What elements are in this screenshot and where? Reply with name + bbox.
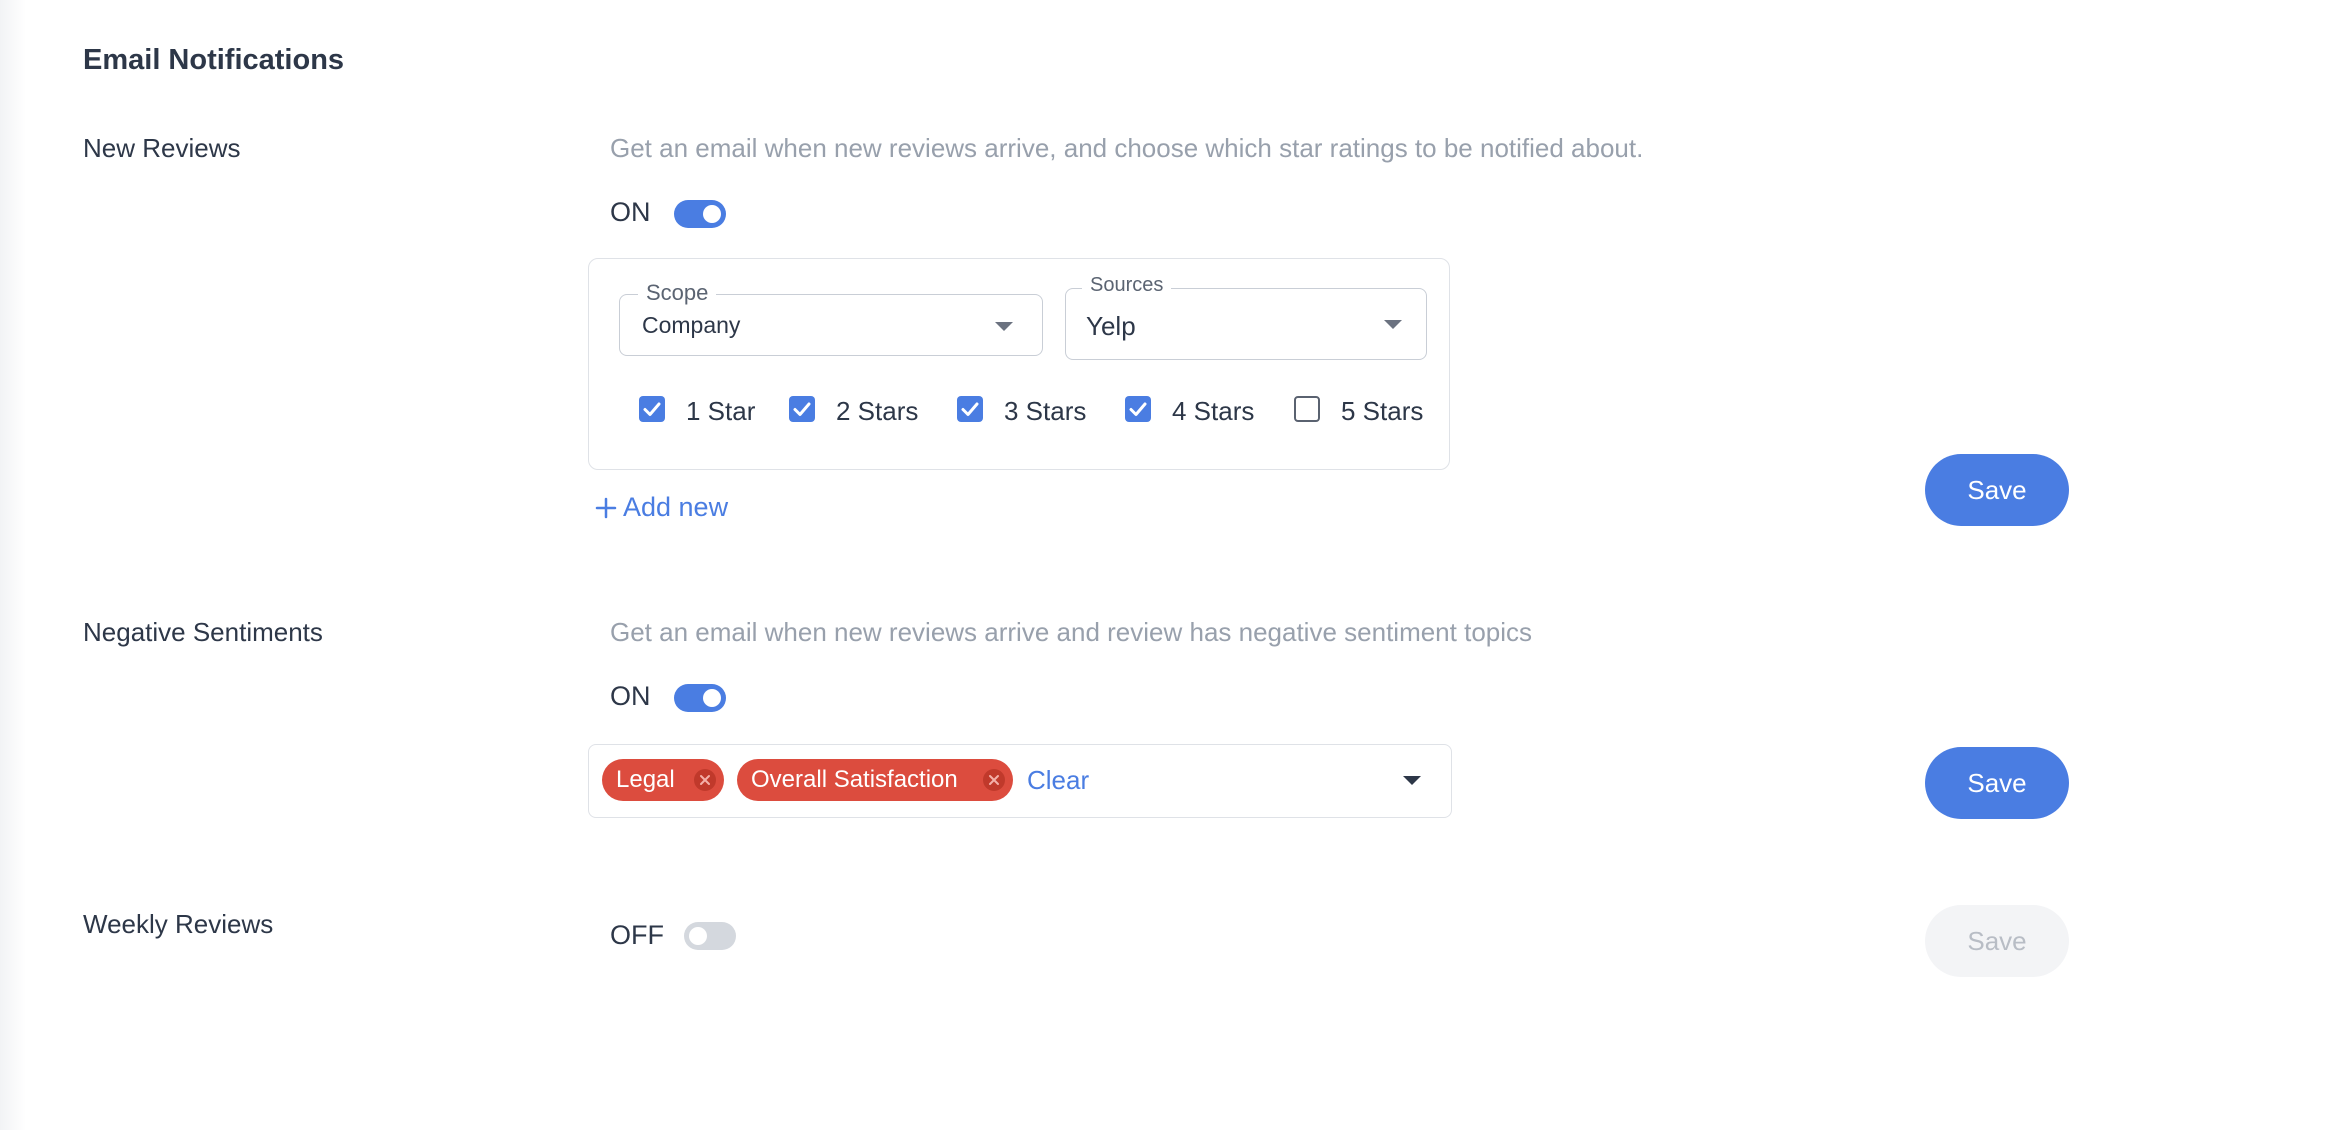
multiselect-chevron-down-icon[interactable]	[1403, 776, 1421, 785]
check-icon	[961, 402, 979, 416]
negative-sentiments-toggle-label: ON	[610, 681, 651, 711]
scope-label: Scope	[638, 280, 717, 306]
star-3-checkbox[interactable]	[957, 396, 983, 422]
chip-overall-satisfaction-label: Overall Satisfaction	[751, 766, 958, 793]
toggle-knob	[689, 927, 707, 945]
plus-icon	[595, 497, 617, 518]
check-icon	[793, 402, 811, 416]
star-2-checkbox[interactable]	[789, 396, 815, 422]
negative-sentiments-toggle[interactable]	[674, 684, 726, 712]
scope-value: Company	[642, 312, 741, 338]
star-1-checkbox[interactable]	[639, 396, 665, 422]
section-title: Email Notifications	[83, 44, 345, 76]
new-reviews-toggle[interactable]	[674, 200, 726, 228]
new-reviews-label: New Reviews	[83, 133, 241, 163]
negative-sentiments-save-button[interactable]: Save	[1925, 747, 2069, 819]
star-1-label: 1 Star	[686, 396, 756, 426]
negative-sentiments-description: Get an email when new reviews arrive and…	[610, 617, 1533, 647]
new-reviews-save-button[interactable]: Save	[1925, 454, 2069, 526]
star-5-checkbox[interactable]	[1294, 396, 1320, 422]
new-reviews-description: Get an email when new reviews arrive, an…	[610, 133, 1644, 163]
star-4-label: 4 Stars	[1172, 396, 1255, 426]
weekly-reviews-label: Weekly Reviews	[83, 909, 274, 939]
scope-select[interactable]: Scope Company	[619, 280, 1043, 356]
clear-link[interactable]: Clear	[1027, 765, 1089, 796]
chip-legal: Legal	[602, 759, 724, 801]
check-icon	[1129, 402, 1147, 416]
chip-overall-satisfaction-remove-icon[interactable]	[983, 769, 1005, 791]
add-new-link[interactable]: Add new	[593, 492, 728, 523]
scope-chevron-down-icon	[995, 322, 1013, 331]
sources-select[interactable]: Sources Yelp	[1065, 274, 1427, 360]
weekly-reviews-save-button[interactable]: Save	[1925, 905, 2069, 977]
negative-sentiments-label: Negative Sentiments	[83, 617, 323, 647]
chip-legal-remove-icon[interactable]	[694, 769, 716, 791]
chip-legal-label: Legal	[616, 766, 675, 793]
star-4-checkbox[interactable]	[1125, 396, 1151, 422]
weekly-reviews-toggle-label: OFF	[610, 920, 664, 950]
toggle-knob	[703, 205, 721, 223]
sentiment-topics-multiselect[interactable]: Legal Overall Satisfaction Clear	[588, 744, 1452, 818]
star-2-label: 2 Stars	[836, 396, 919, 426]
chip-overall-satisfaction: Overall Satisfaction	[737, 759, 1013, 801]
toggle-knob	[703, 689, 721, 707]
new-reviews-toggle-label: ON	[610, 197, 651, 227]
weekly-reviews-toggle[interactable]	[684, 922, 736, 950]
sources-chevron-down-icon	[1384, 320, 1402, 329]
new-reviews-filter-panel: Scope Company Sources Yelp 1 Star 2 Star…	[588, 258, 1450, 470]
check-icon	[643, 402, 661, 416]
sources-label: Sources	[1082, 274, 1172, 297]
add-new-label: Add new	[623, 492, 729, 522]
star-5-label: 5 Stars	[1341, 396, 1424, 426]
left-edge-shadow	[0, 0, 26, 1130]
star-3-label: 3 Stars	[1004, 396, 1087, 426]
sources-value: Yelp	[1086, 311, 1136, 341]
